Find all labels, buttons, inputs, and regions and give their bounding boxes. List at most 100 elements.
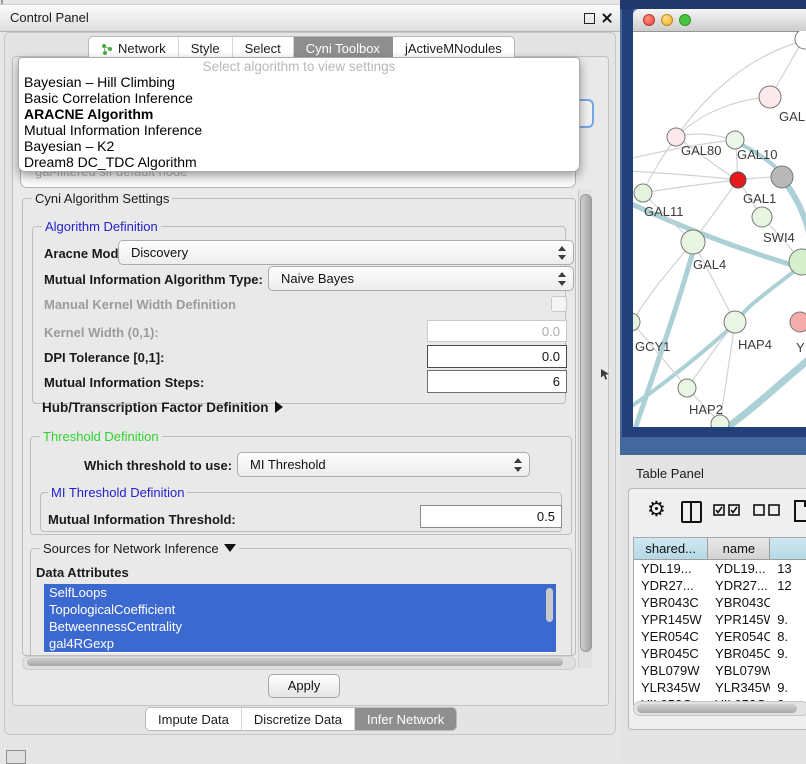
- select-all-checkboxes-icon[interactable]: [713, 504, 741, 516]
- table-row[interactable]: YPR145WYPR145W9.: [634, 611, 806, 628]
- node-label: GAL80: [681, 143, 721, 158]
- close-traffic-light-icon[interactable]: [643, 14, 655, 26]
- cell: 8.: [770, 628, 806, 645]
- apply-button[interactable]: Apply: [268, 674, 340, 698]
- table-row[interactable]: YBR045CYBR045C9.: [634, 645, 806, 662]
- desktop-edge: [620, 0, 806, 9]
- cell: YDR27...: [634, 577, 708, 594]
- dropdown-option-highlighted[interactable]: ARACNE Algorithm: [24, 106, 574, 122]
- screen: Control Panel Network Style Select Cyni …: [0, 0, 806, 762]
- which-threshold-label: Which threshold to use:: [84, 458, 232, 473]
- cell: YBR045C: [708, 645, 770, 662]
- algorithm-dropdown-placeholder: Select algorithm to view settings: [19, 59, 579, 74]
- settings-horizontal-scrollbar[interactable]: [22, 656, 576, 670]
- gear-icon[interactable]: ⚙: [647, 497, 666, 521]
- cell: YER054C: [708, 628, 770, 645]
- close-icon[interactable]: [601, 12, 613, 24]
- tab-infer-network[interactable]: Infer Network: [355, 708, 456, 730]
- table-panel-area: Table Panel ⚙: [620, 455, 806, 762]
- dropdown-option[interactable]: Mutual Information Inference: [24, 122, 574, 138]
- list-item-selected[interactable]: gal4RGexp: [44, 635, 556, 652]
- tab-select-label: Select: [245, 41, 281, 56]
- mi-steps-field[interactable]: 6: [427, 370, 567, 393]
- list-item-selected[interactable]: SelfLoops: [44, 584, 556, 601]
- table-header-row: shared... name: [634, 538, 806, 560]
- tab-impute-data[interactable]: Impute Data: [146, 708, 242, 730]
- settings-vertical-scrollbar[interactable]: [578, 190, 592, 668]
- sources-group-title: Sources for Network Inference: [43, 541, 219, 556]
- stepper-icon: [513, 457, 522, 473]
- zoom-traffic-light-icon[interactable]: [679, 14, 691, 26]
- node-table[interactable]: shared... name YDL19...YDL19...13 YDR27.…: [633, 537, 806, 705]
- deselect-all-checkboxes-icon[interactable]: [753, 504, 781, 516]
- cell: YPR145W: [708, 611, 770, 628]
- column-header[interactable]: [770, 538, 806, 560]
- network-node: [633, 313, 640, 331]
- kernel-width-field[interactable]: 0.0: [427, 320, 567, 342]
- cell: YPR145W: [634, 611, 708, 628]
- scrollbar-thumb[interactable]: [580, 194, 592, 652]
- network-node: [771, 166, 793, 188]
- cell: YER054C: [634, 628, 708, 645]
- column-header[interactable]: shared...: [634, 538, 708, 560]
- cell: [770, 594, 806, 611]
- tab-discretize-data[interactable]: Discretize Data: [242, 708, 355, 730]
- sources-group-toggle[interactable]: Sources for Network Inference: [40, 541, 239, 556]
- aracne-mode-combo[interactable]: Discovery: [118, 240, 574, 265]
- network-node: [790, 312, 806, 332]
- cyni-bottom-tabs: Impute Data Discretize Data Infer Networ…: [145, 707, 457, 731]
- dropdown-option[interactable]: Dream8 DC_TDC Algorithm: [24, 154, 574, 170]
- cell: YBR045C: [634, 645, 708, 662]
- mi-threshold-group-title: MI Threshold Definition: [48, 485, 187, 500]
- network-graph: GAL GAL80 GAL10 GAL1 GAL11 SWI4 GAL4 GCY…: [633, 31, 806, 427]
- dropdown-option[interactable]: Bayesian – Hill Climbing: [24, 74, 574, 90]
- table-horizontal-scrollbar[interactable]: [633, 701, 806, 716]
- table-row[interactable]: YDR27...YDR27...12: [634, 577, 806, 594]
- table-panel: ⚙: [628, 488, 806, 730]
- list-item-selected[interactable]: BetweennessCentrality: [44, 618, 556, 635]
- mi-type-label: Mutual Information Algorithm Type:: [44, 272, 263, 287]
- right-region: GAL GAL80 GAL10 GAL1 GAL11 SWI4 GAL4 GCY…: [620, 0, 806, 762]
- network-node-selected: [730, 172, 746, 188]
- network-view-window[interactable]: GAL GAL80 GAL10 GAL1 GAL11 SWI4 GAL4 GCY…: [633, 9, 806, 427]
- tab-impute-data-label: Impute Data: [158, 712, 229, 727]
- scrollbar-thumb[interactable]: [27, 658, 563, 666]
- manual-kernel-checkbox[interactable]: [551, 296, 567, 312]
- window-shadow: [622, 9, 633, 437]
- table-row[interactable]: YBL079WYBL079W: [634, 662, 806, 679]
- column-header[interactable]: name: [708, 538, 770, 560]
- table-row[interactable]: YER054CYER054C8.: [634, 628, 806, 645]
- network-node: [795, 31, 806, 49]
- network-node: [759, 86, 781, 108]
- list-scrollbar-thumb[interactable]: [546, 588, 553, 622]
- cell: 12: [770, 577, 806, 594]
- network-window-titlebar[interactable]: [633, 9, 806, 32]
- document-icon[interactable]: [793, 500, 806, 522]
- network-node: [681, 230, 705, 254]
- columns-icon[interactable]: [681, 501, 702, 523]
- mi-threshold-field[interactable]: 0.5: [420, 505, 562, 528]
- tab-jactivemnodules-label: jActiveMNodules: [405, 41, 502, 56]
- dropdown-option[interactable]: Basic Correlation Inference: [24, 90, 574, 106]
- tab-discretize-data-label: Discretize Data: [254, 712, 342, 727]
- float-window-icon[interactable]: [584, 13, 595, 24]
- stepper-icon: [557, 271, 566, 287]
- tab-infer-network-label: Infer Network: [367, 712, 444, 727]
- network-desktop: GAL GAL80 GAL10 GAL1 GAL11 SWI4 GAL4 GCY…: [620, 0, 806, 455]
- stepper-icon: [557, 245, 566, 261]
- mi-type-combo[interactable]: Naive Bayes: [268, 266, 574, 291]
- table-row[interactable]: YBR043CYBR043C: [634, 594, 806, 611]
- hub-definition-toggle[interactable]: Hub/Transcription Factor Definition: [42, 400, 283, 415]
- data-attributes-list[interactable]: SelfLoops TopologicalCoefficient Between…: [44, 584, 556, 653]
- table-row[interactable]: YDL19...YDL19...13: [634, 560, 806, 577]
- dpi-tolerance-field[interactable]: 0.0: [427, 345, 567, 368]
- minimize-traffic-light-icon[interactable]: [661, 14, 673, 26]
- settings-group-title: Cyni Algorithm Settings: [32, 191, 172, 206]
- scrollbar-thumb[interactable]: [637, 704, 797, 713]
- network-canvas[interactable]: GAL GAL80 GAL10 GAL1 GAL11 SWI4 GAL4 GCY…: [633, 31, 806, 427]
- dropdown-option[interactable]: Bayesian – K2: [24, 138, 574, 154]
- table-row[interactable]: YLR345WYLR345W9.: [634, 679, 806, 696]
- algorithm-definition-title: Algorithm Definition: [42, 219, 161, 234]
- list-item-selected[interactable]: TopologicalCoefficient: [44, 601, 556, 618]
- which-threshold-combo[interactable]: MI Threshold: [237, 452, 530, 477]
